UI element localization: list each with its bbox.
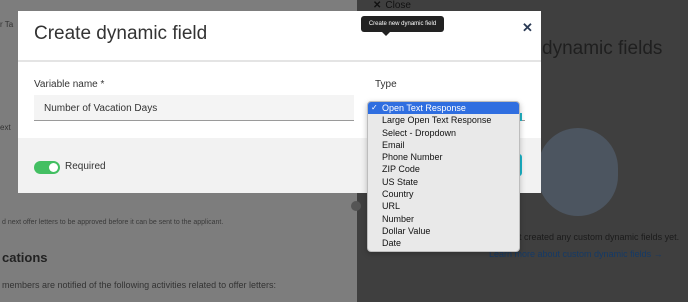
type-option-label: Number — [382, 213, 415, 224]
type-option[interactable]: Dollar Value — [368, 225, 519, 237]
type-option[interactable]: ZIP Code — [368, 163, 519, 175]
type-option[interactable]: Phone Number — [368, 151, 519, 163]
close-icon[interactable]: ✕ — [522, 20, 533, 36]
variable-name-label: Variable name * — [34, 79, 105, 90]
panel-close-link[interactable]: ✕ Close — [373, 0, 411, 11]
notifications-heading: cations — [2, 250, 48, 265]
type-option-label: Country — [382, 189, 414, 200]
variable-name-input[interactable]: Number of Vacation Days — [34, 95, 354, 121]
type-option-label: Open Text Response — [382, 103, 466, 113]
panel-close-label: Close — [385, 0, 411, 11]
type-option-label: Large Open Text Response — [382, 115, 492, 126]
type-label: Type — [375, 79, 397, 90]
notifications-description: members are notified of the following ac… — [2, 280, 276, 290]
dynamic-fields-illustration — [538, 128, 618, 216]
background-text-fragment: ext — [0, 123, 11, 132]
required-toggle[interactable] — [34, 161, 60, 174]
checkmark-icon: ✓ — [371, 103, 378, 112]
create-field-tooltip: Create new dynamic field — [361, 16, 444, 32]
type-select-dropdown[interactable]: ✓ Open Text Response Large Open Text Respo… — [367, 101, 520, 252]
type-option-label: Phone Number — [382, 152, 443, 163]
toggle-knob — [49, 163, 58, 172]
empty-state-text: t created any custom dynamic fields yet. — [519, 232, 680, 242]
type-option[interactable]: Country — [368, 188, 519, 200]
type-option-label: ZIP Code — [382, 164, 420, 175]
type-option-label: URL — [382, 201, 401, 212]
type-option-label: Date — [382, 238, 402, 249]
type-option[interactable]: US State — [368, 176, 519, 188]
type-option[interactable]: Select - Dropdown — [368, 127, 519, 139]
type-option-label: US State — [382, 176, 419, 187]
approval-note: d next offer letters to be approved befo… — [2, 219, 224, 226]
modal-divider — [18, 60, 541, 62]
type-select-accent — [520, 113, 522, 121]
panel-heading: dynamic fields — [542, 38, 663, 59]
close-icon: ✕ — [373, 0, 382, 11]
type-option-label: Email — [382, 139, 405, 150]
background-tab-fragment: r Ta — [0, 20, 14, 29]
background-circle-icon — [351, 201, 361, 211]
type-option[interactable]: Date — [368, 237, 519, 249]
type-option[interactable]: Large Open Text Response — [368, 114, 519, 126]
required-label: Required — [65, 161, 106, 172]
tooltip-arrow — [382, 32, 390, 36]
type-option-label: Dollar Value — [382, 225, 431, 236]
type-option-label: Select - Dropdown — [382, 127, 457, 138]
type-option[interactable]: ✓ Open Text Response — [368, 102, 519, 115]
type-option[interactable]: Email — [368, 139, 519, 151]
type-option[interactable]: Number — [368, 213, 519, 225]
modal-title: Create dynamic field — [34, 23, 208, 44]
type-option[interactable]: URL — [368, 200, 519, 212]
